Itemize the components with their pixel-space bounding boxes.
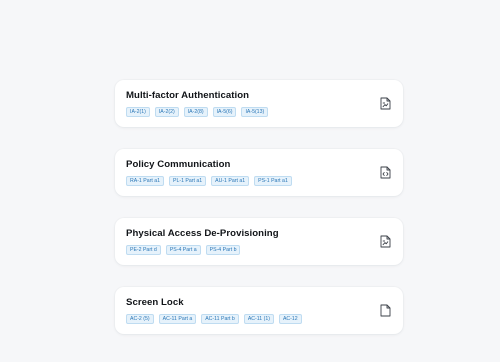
control-tag[interactable]: IA-2(2)	[154, 107, 179, 117]
control-card-screen-lock[interactable]: Screen Lock AC-2 (5) AC-11 Part a AC-11 …	[115, 287, 403, 334]
card-title: Screen Lock	[126, 297, 184, 308]
control-tag[interactable]: PS-1 Part a1	[254, 176, 292, 186]
card-title: Multi-factor Authentication	[126, 90, 250, 101]
card-title: Policy Communication	[126, 159, 231, 170]
file-signature-icon[interactable]	[380, 235, 391, 248]
control-tag[interactable]: PS-4 Part a	[165, 245, 201, 255]
control-tag[interactable]: PE-2 Part d	[126, 245, 161, 255]
control-tag[interactable]: IA-5(13)	[241, 107, 269, 117]
card-title: Physical Access De-Provisioning	[126, 228, 279, 239]
control-tag[interactable]: AC-2 (5)	[126, 314, 154, 324]
file-code-icon[interactable]	[380, 166, 391, 179]
control-tag[interactable]: IA-2(8)	[183, 107, 208, 117]
tag-list: AC-2 (5) AC-11 Part a AC-11 Part b AC-11…	[126, 314, 392, 324]
tag-list: PE-2 Part d PS-4 Part a PS-4 Part b	[126, 245, 392, 255]
control-tag[interactable]: AC-11 Part b	[201, 314, 239, 324]
tag-list: IA-2(1) IA-2(2) IA-2(8) IA-5(6) IA-5(13)	[126, 107, 392, 117]
control-tag[interactable]: AC-12	[278, 314, 302, 324]
control-card-multi-factor-authentication[interactable]: Multi-factor Authentication IA-2(1) IA-2…	[115, 80, 403, 127]
control-tag[interactable]: PS-4 Part b	[205, 245, 241, 255]
tag-list: RA-1 Part a1 PL-1 Part a1 AU-1 Part a1 P…	[126, 176, 392, 186]
control-tag[interactable]: AU-1 Part a1	[211, 176, 250, 186]
file-icon[interactable]	[380, 304, 391, 317]
control-tag[interactable]: AC-11 (1)	[243, 314, 274, 324]
control-tag[interactable]: IA-2(1)	[126, 107, 150, 117]
control-card-policy-communication[interactable]: Policy Communication RA-1 Part a1 PL-1 P…	[115, 149, 403, 196]
file-signature-icon[interactable]	[380, 97, 391, 110]
control-tag[interactable]: RA-1 Part a1	[126, 176, 164, 186]
control-card-physical-access-de-provisioning[interactable]: Physical Access De-Provisioning PE-2 Par…	[115, 218, 403, 265]
control-tag[interactable]: IA-5(6)	[212, 107, 237, 117]
control-tag[interactable]: PL-1 Part a1	[169, 176, 207, 186]
control-tag[interactable]: AC-11 Part a	[158, 314, 197, 324]
